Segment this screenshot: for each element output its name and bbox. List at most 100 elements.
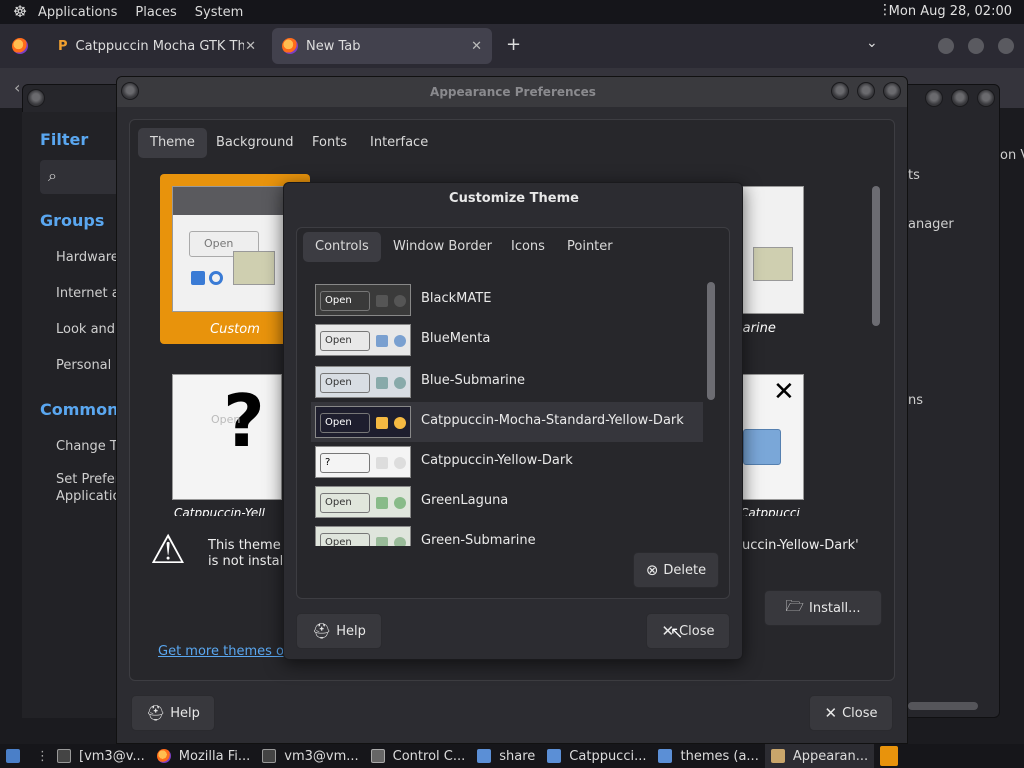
dialog-title: Customize Theme: [449, 191, 579, 206]
taskbar-item-appearance[interactable]: Appearan...: [764, 744, 875, 768]
tab-background[interactable]: Background: [204, 128, 306, 158]
group-item[interactable]: Internet a: [56, 286, 120, 301]
theme-name: Green-Submarine: [421, 533, 536, 546]
preview-titlebar: [739, 187, 803, 209]
install-button[interactable]: 🗁 Install...: [764, 590, 882, 626]
taskbar-item-control-center[interactable]: Control C...: [365, 744, 472, 768]
theme-card-right[interactable]: ✕: [738, 374, 804, 500]
preview-open-button: Open: [320, 291, 370, 311]
preview-open-button: Open: [320, 533, 370, 546]
taskbar-item-catppuccin[interactable]: Catppucci...: [541, 744, 652, 768]
new-tab-button[interactable]: +: [506, 34, 521, 55]
tab-theme[interactable]: Theme: [138, 128, 207, 158]
folder-icon: [658, 749, 673, 763]
theme-list-row[interactable]: ? Catppuccin-Yellow-Dark: [311, 442, 703, 482]
back-icon[interactable]: ‹: [14, 78, 20, 97]
cc-item[interactable]: ts: [908, 168, 920, 183]
chevron-down-icon[interactable]: ⌄: [866, 35, 878, 51]
theme-card-submarine[interactable]: [738, 186, 804, 314]
theme-preview: Open: [315, 406, 411, 438]
theme-name: GreenLaguna: [421, 493, 509, 508]
minimize-button[interactable]: [831, 82, 849, 100]
tab-controls[interactable]: Controls: [303, 232, 381, 262]
taskbar-item-share[interactable]: share: [471, 744, 541, 768]
tab-icons[interactable]: Icons: [499, 232, 557, 262]
cc-minimize-button[interactable]: [925, 89, 943, 107]
folder-icon: [753, 247, 793, 281]
tab-window-border[interactable]: Window Border: [381, 232, 504, 262]
group-item[interactable]: Personal: [56, 358, 111, 373]
folder-open-icon: 🗁: [785, 596, 805, 615]
theme-list-row[interactable]: Open Catppuccin-Mocha-Standard-Yellow-Dar…: [311, 402, 703, 442]
taskbar-item-firefox[interactable]: Mozilla Fi...: [151, 744, 256, 768]
taskbar-label: Appearan...: [792, 748, 869, 764]
close-window-button[interactable]: [883, 82, 901, 100]
cc-item[interactable]: ns: [908, 393, 923, 408]
cc-close-button[interactable]: [977, 89, 995, 107]
taskbar-item-terminal2[interactable]: vm3@vm...: [256, 744, 364, 768]
list-scrollbar[interactable]: [707, 282, 715, 544]
theme-label: Catppuccin-Yell: [174, 508, 265, 516]
get-more-themes-link[interactable]: Get more themes on: [158, 644, 292, 659]
install-label: Install...: [809, 600, 861, 616]
theme-card-catppuccin-yellow[interactable]: ? Open: [172, 374, 282, 500]
workspace-switcher[interactable]: [874, 744, 912, 768]
delete-button[interactable]: ⊗ Delete: [633, 552, 719, 588]
preview-radio: [394, 497, 406, 509]
tab-fonts[interactable]: Fonts: [300, 128, 359, 158]
close-icon[interactable]: ✕: [471, 39, 482, 54]
browser-tab-catppuccin[interactable]: P Catppuccin Mocha GTK The ✕: [48, 28, 266, 64]
group-item[interactable]: Hardware: [56, 250, 119, 265]
preview-check: [376, 335, 388, 347]
scrollbar-thumb[interactable]: [707, 282, 715, 400]
help-button[interactable]: ⛑ Help: [131, 695, 215, 731]
theme-preview: ?: [315, 446, 411, 478]
delete-icon: ⊗: [645, 561, 659, 579]
maximize-button[interactable]: [857, 82, 875, 100]
cc-menu-button[interactable]: [27, 89, 45, 107]
close-button[interactable]: ✕ Close: [646, 613, 730, 649]
theme-list-row[interactable]: Open Green-Submarine: [311, 522, 703, 546]
help-icon: ⛑: [146, 704, 166, 722]
show-desktop-button[interactable]: [0, 744, 34, 768]
close-button[interactable]: ✕ Close: [809, 695, 893, 731]
customize-notebook: Controls Window Border Icons Pointer Ope…: [296, 227, 730, 599]
controls-theme-list[interactable]: Open BlackMATE Open BlueMenta Open Blue-Subma…: [311, 280, 703, 546]
close-window-button[interactable]: [998, 38, 1014, 54]
theme-list-row[interactable]: Open BlueMenta: [311, 320, 703, 360]
browser-tab-newtab[interactable]: New Tab ✕: [272, 28, 492, 64]
close-label: Close: [842, 705, 878, 721]
taskbar-label: share: [499, 748, 536, 764]
preview-titlebar: [173, 187, 297, 215]
tab-pointer[interactable]: Pointer: [555, 232, 625, 262]
help-icon: ⛑: [312, 622, 332, 640]
theme-list-scrollbar[interactable]: [872, 186, 880, 326]
common-item[interactable]: Applicatio: [56, 489, 120, 504]
taskbar-item-terminal[interactable]: [vm3@v...: [51, 744, 151, 768]
cc-scrollbar[interactable]: [908, 702, 978, 710]
gnome-foot-icon[interactable]: ☸: [10, 2, 30, 22]
tab-interface[interactable]: Interface: [358, 128, 440, 158]
preview-check: [191, 271, 205, 285]
taskbar-item-themes[interactable]: themes (a...: [652, 744, 764, 768]
menu-system[interactable]: System: [195, 5, 243, 20]
menu-applications[interactable]: Applications: [38, 5, 117, 20]
maximize-button[interactable]: [968, 38, 984, 54]
help-button[interactable]: ⛑ Help: [296, 613, 382, 649]
cc-maximize-button[interactable]: [951, 89, 969, 107]
close-icon[interactable]: ✕: [245, 39, 256, 54]
clock[interactable]: Mon Aug 28, 02:00: [889, 4, 1012, 19]
theme-list-row[interactable]: Open GreenLaguna: [311, 482, 703, 522]
menu-places[interactable]: Places: [135, 5, 176, 20]
theme-list-row[interactable]: Open Blue-Submarine: [311, 362, 703, 402]
appearance-titlebar[interactable]: Appearance Preferences: [117, 77, 907, 107]
cc-item[interactable]: anager: [908, 217, 954, 232]
theme-name: BlueMenta: [421, 331, 491, 346]
group-item[interactable]: Look and: [56, 322, 115, 337]
preview-open-button: Open: [320, 373, 370, 393]
minimize-button[interactable]: [938, 38, 954, 54]
cc-item[interactable]: on Vi: [1000, 148, 1024, 163]
firefox-icon[interactable]: [12, 38, 36, 58]
common-item[interactable]: Set Prefer: [56, 472, 120, 487]
theme-list-row[interactable]: Open BlackMATE: [311, 280, 703, 320]
